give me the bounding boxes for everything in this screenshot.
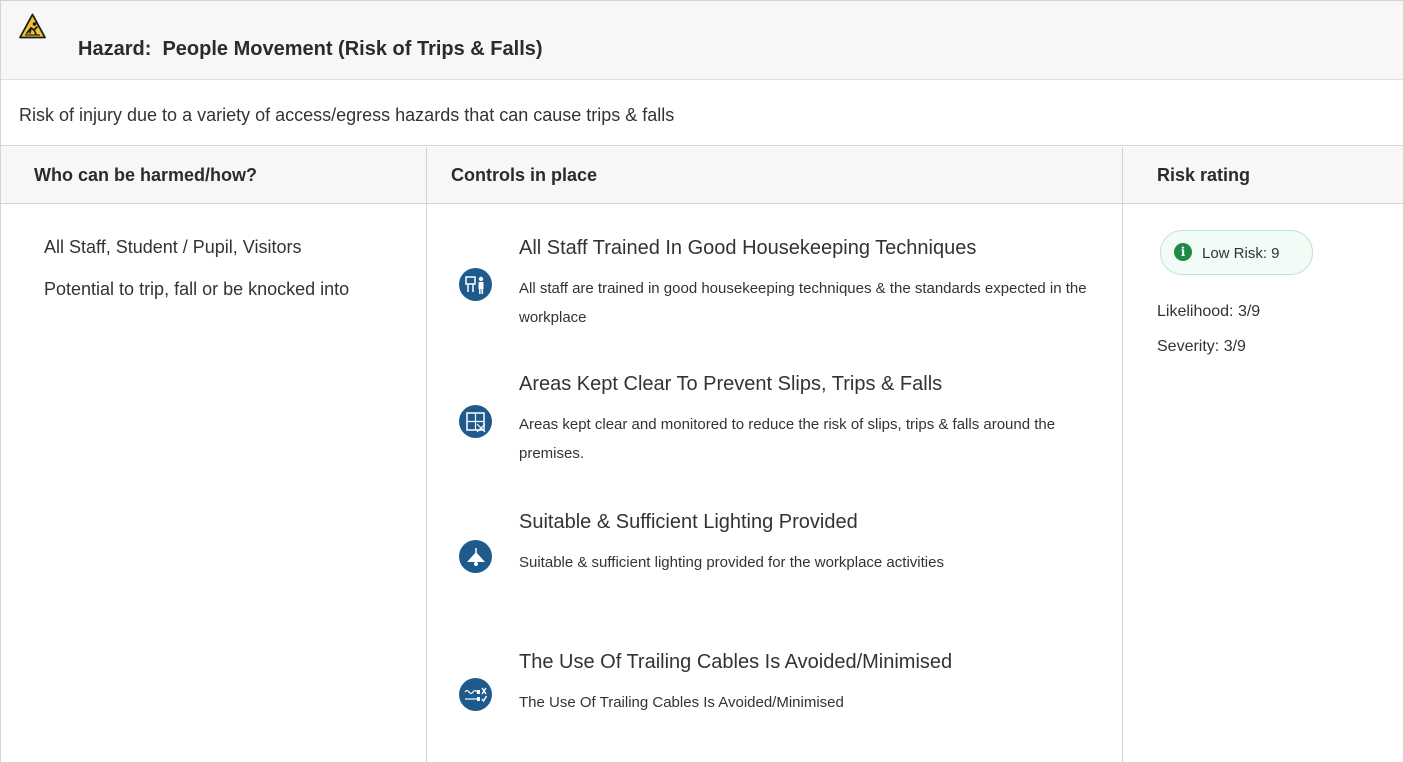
risk-badge: i Low Risk: 9 (1160, 230, 1313, 275)
column-divider (426, 147, 427, 762)
control-title: Areas Kept Clear To Prevent Slips, Trips… (519, 373, 943, 395)
warning-slip-icon (19, 13, 46, 39)
people-at-risk: All Staff, Student / Pupil, Visitors (44, 237, 302, 257)
table-header: Who can be harmed/how? Controls in place… (1, 147, 1403, 204)
likelihood-value: Likelihood: 3/9 (1157, 303, 1261, 320)
control-item: The Use Of Trailing Cables Is Avoided/Mi… (459, 651, 1099, 731)
column-divider (1122, 147, 1123, 762)
hazard-title: Hazard: People Movement (Risk of Trips &… (78, 38, 543, 60)
lamp-icon (459, 540, 492, 573)
training-icon (459, 268, 492, 301)
column-header-risk: Risk rating (1157, 165, 1251, 185)
severity-value: Severity: 3/9 (1157, 338, 1246, 355)
control-title: The Use Of Trailing Cables Is Avoided/Mi… (519, 651, 953, 673)
who-cell: All Staff, Student / Pupil, Visitors Pot… (44, 233, 374, 317)
control-item: All Staff Trained In Good Housekeeping T… (459, 237, 1099, 347)
hazard-header: Hazard: People Movement (Risk of Trips &… (1, 1, 1403, 80)
info-icon: i (1174, 243, 1192, 261)
control-title: All Staff Trained In Good Housekeeping T… (519, 237, 977, 259)
control-description: The Use Of Trailing Cables Is Avoided/Mi… (519, 694, 844, 711)
hazard-description: Risk of injury due to a variety of acces… (19, 105, 675, 125)
hazard-description-row: Risk of injury due to a variety of acces… (1, 81, 1403, 146)
control-item: Suitable & Sufficient Lighting Provided … (459, 511, 1099, 621)
hazard-card: Hazard: People Movement (Risk of Trips &… (0, 0, 1404, 762)
control-description: All staff are trained in good housekeepi… (519, 280, 1087, 326)
control-description: Areas kept clear and monitored to reduce… (519, 416, 1056, 462)
control-description: Suitable & sufficient lighting provided … (519, 554, 944, 571)
column-header-controls: Controls in place (451, 165, 598, 185)
harm-description: Potential to trip, fall or be knocked in… (44, 279, 350, 299)
control-title: Suitable & Sufficient Lighting Provided (519, 511, 858, 533)
cable-icon (459, 678, 492, 711)
column-header-who: Who can be harmed/how? (34, 165, 258, 185)
control-item: Areas Kept Clear To Prevent Slips, Trips… (459, 373, 1099, 483)
clear-area-icon (459, 405, 492, 438)
risk-badge-label: Low Risk: 9 (1202, 245, 1280, 262)
